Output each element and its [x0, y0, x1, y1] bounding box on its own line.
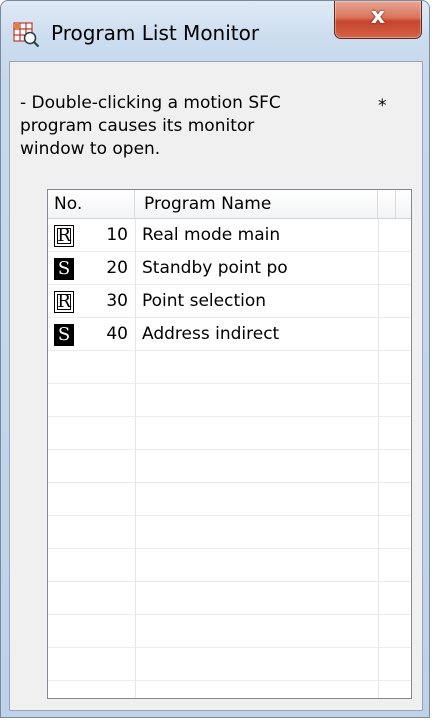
- empty-row: [48, 483, 411, 516]
- table-row[interactable]: S 40 Address indirect: [48, 318, 411, 351]
- program-list[interactable]: No. Program Name R 10 Real mode main S 20 Sta…: [47, 189, 412, 699]
- instruction-text: - Double-clicking a motion SFC program c…: [20, 93, 281, 159]
- empty-row: [48, 351, 411, 384]
- program-name: Standby point po: [142, 258, 288, 278]
- window-title: Program List Monitor: [51, 21, 260, 45]
- standby-program-icon: S: [54, 324, 74, 346]
- column-header-filler: [378, 190, 396, 218]
- client-area: - Double-clicking a motion SFC program c…: [9, 61, 423, 711]
- program-list-monitor-window: Program List Monitor x - Double-clicking…: [0, 0, 430, 718]
- empty-row: [48, 516, 411, 549]
- program-number: 30: [106, 291, 128, 311]
- table-row[interactable]: R 30 Point selection: [48, 285, 411, 318]
- program-name: Address indirect: [142, 324, 280, 344]
- real-mode-program-icon: R: [54, 225, 74, 247]
- column-header-no[interactable]: No.: [48, 190, 135, 218]
- asterisk-marker: *: [378, 96, 387, 116]
- close-icon: x: [370, 4, 386, 29]
- list-body: R 10 Real mode main S 20 Standby point po R 30 P…: [48, 219, 411, 698]
- program-number: 40: [106, 324, 128, 344]
- list-header: No. Program Name: [48, 190, 411, 219]
- empty-row: [48, 615, 411, 648]
- table-row[interactable]: S 20 Standby point po: [48, 252, 411, 285]
- column-header-program-name[interactable]: Program Name: [135, 190, 378, 218]
- empty-row: [48, 648, 411, 681]
- standby-program-icon: S: [54, 258, 74, 280]
- empty-row: [48, 549, 411, 582]
- empty-row: [48, 450, 411, 483]
- program-name: Point selection: [142, 291, 267, 311]
- real-mode-program-icon: R: [54, 291, 74, 313]
- title-bar[interactable]: Program List Monitor x: [1, 1, 429, 61]
- empty-row: [48, 582, 411, 615]
- program-number: 10: [106, 225, 128, 245]
- table-row[interactable]: R 10 Real mode main: [48, 219, 411, 252]
- empty-row: [48, 384, 411, 417]
- program-name: Real mode main: [142, 225, 281, 245]
- program-list-monitor-icon: [13, 22, 40, 48]
- empty-row: [48, 417, 411, 450]
- program-number: 20: [106, 258, 128, 278]
- close-button[interactable]: x: [334, 1, 422, 39]
